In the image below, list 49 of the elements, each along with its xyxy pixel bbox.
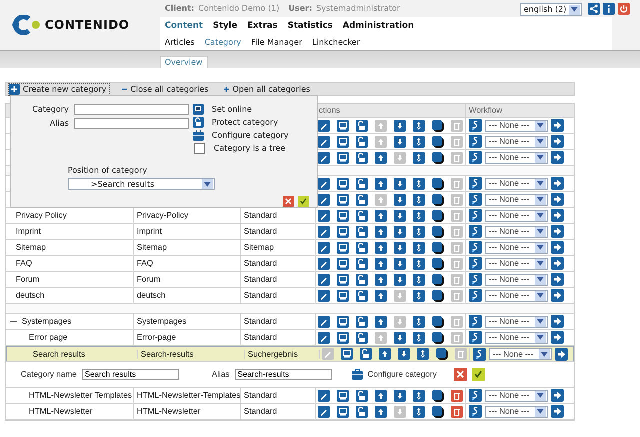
logo-text: CONTENIDO: [45, 18, 130, 32]
template-name: Standard: [244, 333, 278, 342]
template-name: Standard: [244, 227, 278, 236]
category-alias: Privacy-Policy: [137, 211, 188, 220]
category-alias: FAQ: [137, 259, 154, 268]
field-label: Alias: [212, 370, 230, 379]
option-label: Category is a tree: [214, 144, 286, 153]
category-alias: HTML-Newsletter: [137, 407, 201, 416]
option-label: Configure category: [368, 370, 437, 379]
category-name: HTML-Newsletter Templates: [29, 391, 132, 400]
category-name: Sitemap: [16, 243, 46, 252]
field-label: Category name: [21, 370, 77, 379]
category-name: Forum: [16, 275, 40, 284]
category-name: Imprint: [16, 227, 42, 236]
template-name: Standard: [244, 317, 278, 326]
option-label: Configure category: [212, 131, 289, 140]
template-name: Suchergebnis: [248, 350, 298, 358]
option-label: Set online: [212, 105, 252, 114]
category-name: HTML-Newsletter: [29, 407, 93, 416]
category-alias: Search-results: [141, 350, 194, 358]
client-label: Client:: [165, 4, 194, 13]
category-alias: Sitemap: [137, 243, 168, 252]
user-label: User:: [288, 4, 312, 13]
template-name: Standard: [244, 275, 278, 284]
category-name: Search results: [33, 350, 86, 358]
template-name: Standard: [244, 407, 278, 416]
field-label: Category: [31, 105, 69, 114]
template-name: Standard: [244, 211, 278, 220]
category-name: deutsch: [16, 291, 45, 300]
template-name: Standard: [244, 291, 278, 300]
field-label: Position of category: [68, 166, 148, 175]
template-name: Standard: [244, 259, 278, 268]
column-header: Workflow: [469, 106, 503, 115]
category-alias: Forum: [137, 275, 161, 284]
category-alias: Error-page: [137, 333, 176, 342]
template-name: Standard: [244, 391, 278, 400]
category-alias: deutsch: [137, 291, 166, 300]
category-alias: Systempages: [137, 317, 187, 326]
template-name: Sitemap: [244, 243, 274, 252]
category-name: FAQ: [16, 259, 32, 268]
category-name: Error page: [29, 333, 68, 342]
field-label: Alias: [49, 119, 69, 128]
option-label: Protect category: [212, 118, 278, 127]
user-name: Systemadministrator: [316, 4, 400, 13]
column-header: ctions: [319, 106, 340, 115]
category-name: Privacy Policy: [16, 211, 67, 220]
category-alias: Imprint: [137, 227, 162, 236]
category-name: Systempages: [22, 317, 72, 326]
client-name: Contenido Demo (1): [198, 4, 280, 13]
